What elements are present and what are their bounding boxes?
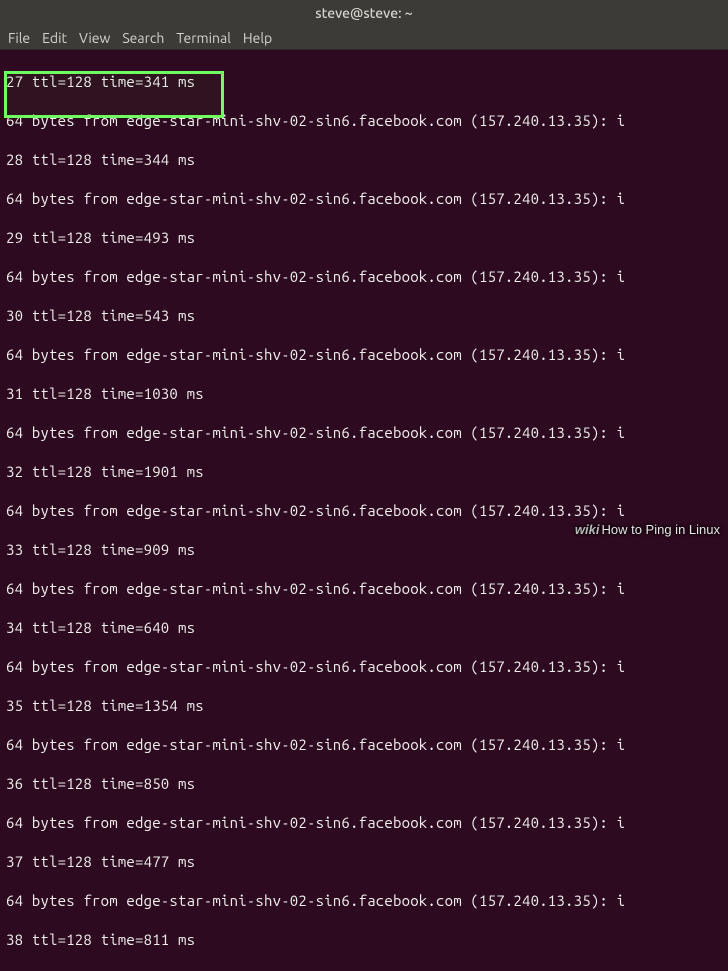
terminal-line: 30 ttl=128 time=543 ms [6, 306, 722, 326]
terminal-line: 35 ttl=128 time=1354 ms [6, 696, 722, 716]
terminal-line: 64 bytes from edge-star-mini-shv-02-sin6… [6, 189, 722, 209]
terminal-line: 64 bytes from edge-star-mini-shv-02-sin6… [6, 735, 722, 755]
terminal-line: 64 bytes from edge-star-mini-shv-02-sin6… [6, 657, 722, 677]
watermark: wikiHow to Ping in Linux [575, 522, 720, 537]
menu-help[interactable]: Help [243, 30, 272, 46]
terminal-line: 64 bytes from edge-star-mini-shv-02-sin6… [6, 501, 722, 521]
terminal-line: 29 ttl=128 time=493 ms [6, 228, 722, 248]
terminal-line: 64 bytes from edge-star-mini-shv-02-sin6… [6, 891, 722, 911]
terminal-line: 38 ttl=128 time=811 ms [6, 930, 722, 950]
terminal-line: 28 ttl=128 time=344 ms [6, 150, 722, 170]
terminal-line: 31 ttl=128 time=1030 ms [6, 384, 722, 404]
terminal-line: 64 bytes from edge-star-mini-shv-02-sin6… [6, 813, 722, 833]
watermark-brand: wiki [575, 522, 600, 537]
terminal-line: 64 bytes from edge-star-mini-shv-02-sin6… [6, 267, 722, 287]
window-title: steve@steve: ~ [315, 5, 412, 21]
terminal-line: 27 ttl=128 time=341 ms [6, 72, 722, 92]
menu-file[interactable]: File [8, 30, 30, 46]
menu-view[interactable]: View [79, 30, 110, 46]
terminal-line: 36 ttl=128 time=850 ms [6, 774, 722, 794]
terminal-line: 64 bytes from edge-star-mini-shv-02-sin6… [6, 345, 722, 365]
terminal-line: 64 bytes from edge-star-mini-shv-02-sin6… [6, 579, 722, 599]
terminal-line: 37 ttl=128 time=477 ms [6, 852, 722, 872]
menu-edit[interactable]: Edit [42, 30, 67, 46]
menu-terminal[interactable]: Terminal [176, 30, 231, 46]
terminal-line: 64 bytes from edge-star-mini-shv-02-sin6… [6, 111, 722, 131]
terminal-line: 64 bytes from edge-star-mini-shv-02-sin6… [6, 423, 722, 443]
watermark-text: How to Ping in Linux [601, 522, 720, 537]
menu-search[interactable]: Search [122, 30, 164, 46]
window-titlebar: steve@steve: ~ [0, 0, 728, 26]
terminal-line: 32 ttl=128 time=1901 ms [6, 462, 722, 482]
terminal-line: 33 ttl=128 time=909 ms [6, 540, 722, 560]
terminal-output[interactable]: 27 ttl=128 time=341 ms 64 bytes from edg… [0, 50, 728, 971]
menu-bar: File Edit View Search Terminal Help [0, 26, 728, 50]
terminal-line: 34 ttl=128 time=640 ms [6, 618, 722, 638]
